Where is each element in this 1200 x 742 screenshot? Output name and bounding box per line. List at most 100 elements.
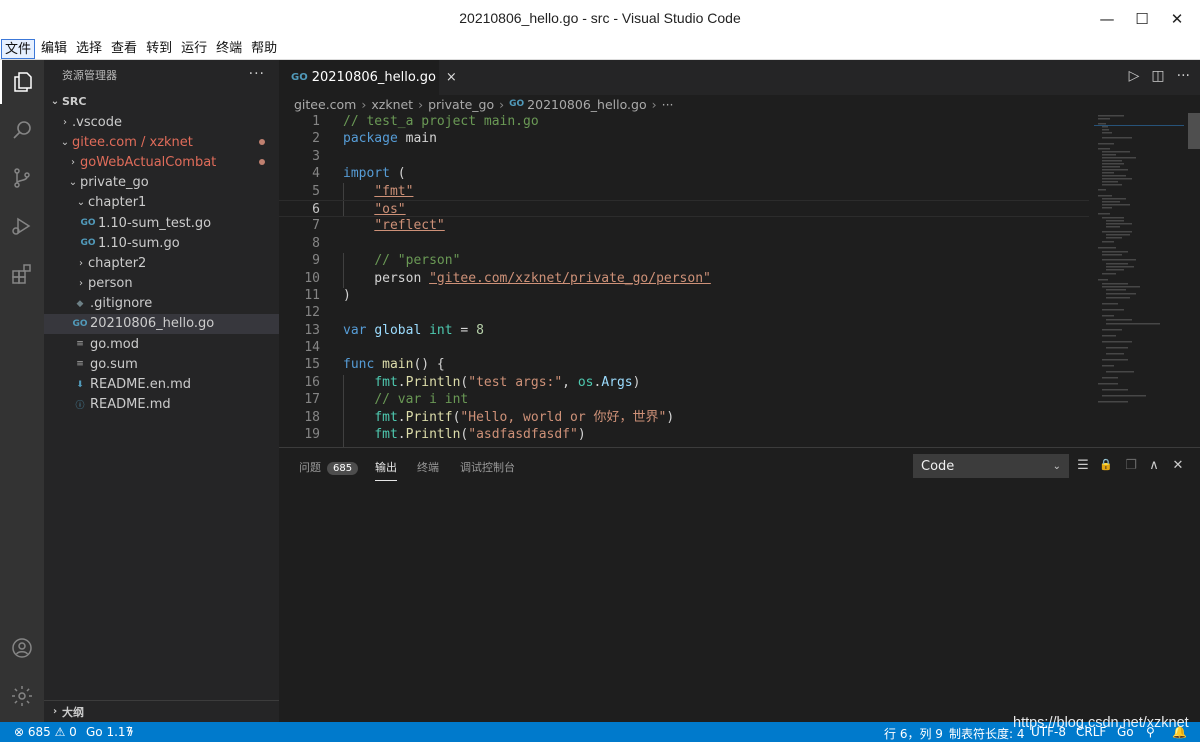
line-content: func main() { bbox=[343, 356, 445, 373]
code-token: "reflect" bbox=[374, 218, 445, 234]
run-file-icon[interactable]: ▷ bbox=[1129, 68, 1140, 84]
code-line[interactable]: 16 fmt.Println("test args:", os.Args) bbox=[279, 374, 1089, 391]
code-line[interactable]: 13 var global int = 8 bbox=[279, 322, 1089, 339]
code-line[interactable]: 1 // test_a project main.go bbox=[279, 113, 1089, 130]
menu-view[interactable]: 查看 bbox=[108, 39, 140, 59]
outline-label: 大纲 bbox=[62, 705, 84, 719]
menu-help[interactable]: 帮助 bbox=[248, 39, 280, 59]
menu-selection[interactable]: 选择 bbox=[73, 39, 105, 59]
chevron-right-icon: › bbox=[52, 706, 58, 717]
code-line[interactable]: 18 fmt.Printf("Hello, world or 你好，世界") bbox=[279, 409, 1089, 426]
line-number: 12 bbox=[304, 305, 320, 321]
output-channel-select[interactable]: Code ⌄ bbox=[913, 454, 1069, 478]
more-actions-icon[interactable]: ··· bbox=[1177, 68, 1190, 84]
tree-item-gitignore[interactable]: ◆ .gitignore bbox=[44, 294, 279, 314]
code-line[interactable]: 3 bbox=[279, 148, 1089, 165]
extensions-icon[interactable] bbox=[0, 252, 44, 296]
tree-item-sum-test-go[interactable]: GO 1.10-sum_test.go bbox=[44, 213, 279, 233]
settings-gear-icon[interactable] bbox=[0, 674, 44, 718]
menu-go[interactable]: 转到 bbox=[143, 39, 175, 59]
go-file-icon: GO bbox=[509, 99, 525, 109]
line-content: // var i int bbox=[343, 391, 468, 408]
menu-edit[interactable]: 编辑 bbox=[38, 39, 70, 59]
code-line[interactable]: 9 // "person" bbox=[279, 252, 1089, 269]
clear-output-icon[interactable]: ☰ bbox=[1075, 458, 1091, 473]
search-icon[interactable] bbox=[0, 108, 44, 152]
minimize-button[interactable]: — bbox=[1090, 4, 1124, 34]
explorer-more-icon[interactable]: ··· bbox=[249, 66, 265, 82]
cursor-position-status[interactable]: 行 6，列 9 bbox=[884, 725, 943, 742]
menu-run[interactable]: 运行 bbox=[178, 39, 210, 59]
line-content: // test_a project main.go bbox=[343, 113, 539, 130]
code-line[interactable]: 8 bbox=[279, 235, 1089, 252]
line-content: ) bbox=[343, 287, 351, 304]
code-line[interactable]: 15 func main() { bbox=[279, 356, 1089, 373]
outline-section[interactable]: › 大纲 bbox=[44, 700, 279, 722]
problems-status[interactable]: ⊗ 685 ⚠ 0 bbox=[14, 725, 77, 739]
code-line[interactable]: 11) bbox=[279, 287, 1089, 304]
tree-item-chapter1[interactable]: ⌄ chapter1 bbox=[44, 193, 279, 213]
tree-item-chapter2[interactable]: › chapter2 bbox=[44, 253, 279, 273]
breadcrumb-item[interactable]: private_go bbox=[428, 97, 494, 112]
code-line[interactable]: 5 "fmt" bbox=[279, 183, 1089, 200]
code-token: . bbox=[397, 374, 406, 390]
code-token: , bbox=[562, 374, 578, 390]
tree-item-private-go[interactable]: ⌄ private_go bbox=[44, 173, 279, 193]
code-line[interactable]: 6 "os" bbox=[279, 199, 1089, 218]
lock-scroll-icon[interactable]: 🔒 bbox=[1098, 458, 1114, 471]
breadcrumb-item[interactable]: xzknet bbox=[371, 97, 413, 112]
folder-section-src[interactable]: ⌄ SRC bbox=[44, 90, 279, 112]
run-debug-icon[interactable] bbox=[0, 204, 44, 248]
code-token: import bbox=[343, 166, 390, 182]
code-line[interactable]: 19 fmt.Println("asdfasdfasdf") bbox=[279, 426, 1089, 443]
maximize-button[interactable]: ☐ bbox=[1125, 4, 1159, 34]
tree-item-sum-go[interactable]: GO 1.10-sum.go bbox=[44, 233, 279, 253]
maximize-panel-icon[interactable]: ∧ bbox=[1146, 458, 1162, 473]
go-file-icon: GO bbox=[80, 238, 96, 249]
menu-file[interactable]: 文件 bbox=[1, 38, 36, 59]
breadcrumb-item[interactable]: gitee.com bbox=[294, 97, 356, 112]
breadcrumb-item[interactable]: 20210806_hello.go bbox=[527, 97, 646, 112]
tab-terminal[interactable]: 终端 bbox=[417, 459, 439, 481]
tab-hello-go[interactable]: GO 20210806_hello.go × bbox=[279, 60, 457, 95]
code-token: package bbox=[343, 131, 398, 147]
tree-item-readme[interactable]: ⓘ README.md bbox=[44, 395, 279, 415]
code-line[interactable]: 4 import ( bbox=[279, 165, 1089, 182]
code-token: Println bbox=[405, 374, 461, 390]
code-line[interactable]: 12 bbox=[279, 304, 1089, 321]
accounts-icon[interactable] bbox=[0, 626, 44, 670]
tree-item-person[interactable]: › person bbox=[44, 274, 279, 294]
tab-output[interactable]: 输出 bbox=[375, 459, 397, 481]
close-window-button[interactable]: ✕ bbox=[1160, 4, 1194, 34]
menu-terminal[interactable]: 终端 bbox=[213, 39, 245, 59]
tree-item-go-mod[interactable]: ≡ go.mod bbox=[44, 334, 279, 354]
tree-item-readme-en[interactable]: ⬇ README.en.md bbox=[44, 374, 279, 394]
breadcrumb-item[interactable]: ··· bbox=[662, 97, 674, 112]
code-line[interactable]: 10 person "gitee.com/xzknet/private_go/p… bbox=[279, 270, 1089, 287]
tab-debug-console[interactable]: 调试控制台 bbox=[460, 459, 515, 481]
tree-item-hello-go[interactable]: GO 20210806_hello.go bbox=[44, 313, 279, 335]
tree-item-gowebactualcombat[interactable]: › goWebActualCombat bbox=[44, 152, 279, 172]
explorer-header: 资源管理器 ··· bbox=[44, 60, 279, 90]
code-line[interactable]: 17 // var i int bbox=[279, 391, 1089, 408]
tree-item-gitee-xzknet[interactable]: ⌄ gitee.com / xzknet bbox=[44, 132, 279, 152]
close-panel-icon[interactable]: ✕ bbox=[1170, 458, 1186, 473]
tab-problems[interactable]: 问题 685 bbox=[299, 459, 359, 481]
line-number: 3 bbox=[312, 148, 320, 164]
code-line[interactable]: 2 package main bbox=[279, 130, 1089, 147]
code-line[interactable]: 14 bbox=[279, 339, 1089, 356]
minimap[interactable] bbox=[1094, 113, 1188, 447]
scrollbar-thumb[interactable] bbox=[1188, 113, 1200, 149]
editor-scrollbar[interactable] bbox=[1188, 113, 1200, 447]
source-control-icon[interactable] bbox=[0, 156, 44, 200]
split-editor-icon[interactable]: ◫ bbox=[1151, 68, 1164, 84]
tree-item-vscode[interactable]: › .vscode bbox=[44, 112, 279, 132]
tree-item-go-sum[interactable]: ≡ go.sum bbox=[44, 354, 279, 374]
explorer-title: 资源管理器 bbox=[62, 69, 117, 82]
code-editor[interactable]: 1 // test_a project main.go 2 package main 3… bbox=[279, 113, 1089, 447]
explorer-icon[interactable] bbox=[0, 60, 44, 104]
copy-icon[interactable]: ❐ bbox=[1123, 458, 1139, 473]
code-line[interactable]: 7 "reflect" bbox=[279, 217, 1089, 234]
close-tab-icon[interactable]: × bbox=[446, 70, 457, 85]
line-content: person "gitee.com/xzknet/private_go/pers… bbox=[343, 270, 711, 287]
